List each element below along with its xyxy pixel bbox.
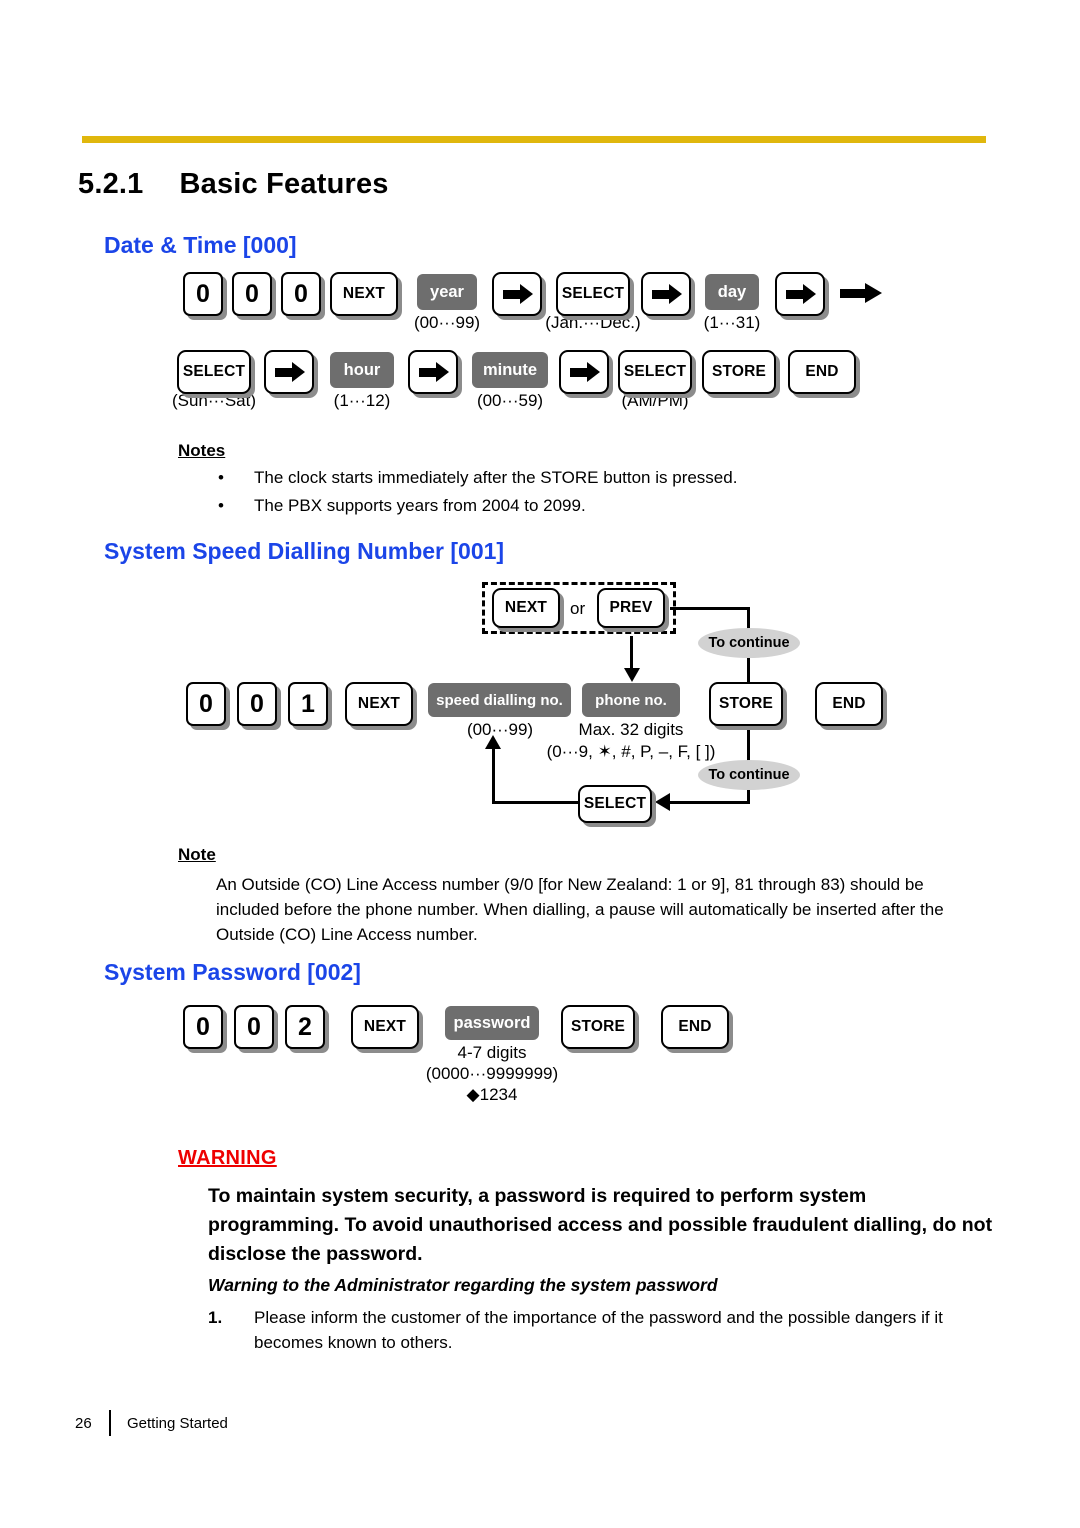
caption-year-range: (00···99) (413, 313, 481, 332)
warning-body: To maintain system security, a password … (208, 1185, 993, 1265)
caption-minute-range: (00···59) (476, 391, 544, 410)
accent-rule (82, 136, 986, 143)
key-digit-0-a[interactable]: 0 (183, 272, 223, 316)
key-digit-0-g[interactable]: 0 (234, 1005, 274, 1049)
field-year: year (417, 274, 477, 310)
key-prev-speed-nav[interactable]: PREV (597, 588, 665, 628)
key-next-speed[interactable]: NEXT (345, 682, 413, 726)
caption-password-digits: 4-7 digits (457, 1043, 527, 1062)
key-digit-1[interactable]: 1 (288, 682, 328, 726)
warning-title: WARNING (178, 1147, 277, 1169)
arrow-key-5[interactable] (408, 350, 458, 394)
key-digit-0-e[interactable]: 0 (237, 682, 277, 726)
arrow-key-4[interactable] (264, 350, 314, 394)
arrow-key-2[interactable] (641, 272, 691, 316)
caption-phone-max: Max. 32 digits (578, 720, 684, 739)
note-text: The PBX supports years from 2004 to 2099… (254, 496, 586, 515)
field-hour: hour (330, 352, 394, 388)
key-next-datetime[interactable]: NEXT (330, 272, 398, 316)
field-password: password (445, 1006, 539, 1040)
caption-day-range: (1···31) (703, 313, 761, 332)
flow-line-select-left (492, 801, 580, 804)
field-phone-no: phone no. (582, 683, 680, 717)
badge-to-continue-bottom: To continue (698, 760, 800, 790)
caption-ampm-range: (AM/PM) (621, 391, 689, 410)
note-text: The clock starts immediately after the S… (254, 468, 738, 487)
notes-heading: Notes (178, 441, 226, 460)
warning-subtitle: Warning to the Administrator regarding t… (208, 1275, 718, 1295)
caption-weekday-range: (Sun···Sat) (171, 391, 257, 410)
warning-item-text: Please inform the customer of the import… (254, 1308, 943, 1352)
key-select-month[interactable]: SELECT (556, 272, 630, 316)
key-digit-0-d[interactable]: 0 (186, 682, 226, 726)
footer-page-number: 26 (75, 1414, 92, 1432)
label-or: or (570, 599, 586, 618)
continuation-arrow-row1 (840, 283, 884, 303)
bullet-icon: • (218, 496, 224, 515)
warning-item-index: 1. (208, 1308, 223, 1327)
key-select-speed[interactable]: SELECT (578, 785, 652, 823)
flow-line-down-to-phone (630, 636, 633, 671)
key-select-ampm[interactable]: SELECT (618, 350, 692, 394)
key-store-speed[interactable]: STORE (709, 682, 783, 726)
note-body-text: An Outside (CO) Line Access number (9/0 … (216, 875, 944, 944)
bullet-icon: • (218, 468, 224, 487)
footer-divider (109, 1410, 111, 1436)
heading-date-time: Date & Time [000] (104, 232, 297, 258)
page-title: 5.2.1 Basic Features (78, 168, 389, 201)
badge-to-continue-top: To continue (698, 628, 800, 658)
arrow-key-3[interactable] (775, 272, 825, 316)
arrow-key-6[interactable] (559, 350, 609, 394)
heading-system-password: System Password [002] (104, 959, 361, 985)
page-footer: 26 Getting Started (75, 1410, 228, 1436)
key-select-weekday[interactable]: SELECT (177, 350, 251, 394)
caption-password-range: (0000···9999999) (425, 1064, 559, 1083)
arrow-key-1[interactable] (492, 272, 542, 316)
warning-list-item-1: 1. Please inform the customer of the imp… (208, 1305, 998, 1355)
key-next-speed-nav[interactable]: NEXT (492, 588, 560, 628)
arrowhead-left-select (655, 793, 670, 811)
note-heading: Note (178, 845, 216, 864)
section-number: 5.2.1 (78, 168, 144, 200)
caption-password-default: ◆1234 (466, 1085, 518, 1104)
key-end-datetime[interactable]: END (788, 350, 856, 394)
flow-line-prev-right (670, 607, 750, 610)
key-store-password[interactable]: STORE (561, 1005, 635, 1049)
arrowhead-up-loop (485, 735, 501, 749)
section-title: Basic Features (179, 168, 389, 200)
key-digit-0-c[interactable]: 0 (281, 272, 321, 316)
flow-line-to-select (667, 801, 750, 804)
caption-month-range: (Jan.···Dec.) (545, 313, 641, 332)
key-digit-0-f[interactable]: 0 (183, 1005, 223, 1049)
field-speed-dialling-no: speed dialling no. (428, 683, 571, 717)
key-store-datetime[interactable]: STORE (702, 350, 776, 394)
key-digit-2[interactable]: 2 (285, 1005, 325, 1049)
caption-hour-range: (1···12) (333, 391, 391, 410)
caption-phone-charset: (0···9, ✶, #, P, –, F, [ ]) (546, 742, 716, 761)
field-day: day (705, 274, 759, 310)
key-end-password[interactable]: END (661, 1005, 729, 1049)
field-minute: minute (472, 352, 548, 388)
heading-speed-dialling: System Speed Dialling Number [001] (104, 538, 505, 564)
document-page: 5.2.1 Basic Features Date & Time [000] 0 … (0, 0, 1080, 1528)
key-end-speed[interactable]: END (815, 682, 883, 726)
arrowhead-down-phone (624, 668, 640, 682)
key-next-password[interactable]: NEXT (351, 1005, 419, 1049)
footer-chapter-label: Getting Started (127, 1414, 228, 1432)
key-digit-0-b[interactable]: 0 (232, 272, 272, 316)
flow-line-loop-up (492, 747, 495, 804)
